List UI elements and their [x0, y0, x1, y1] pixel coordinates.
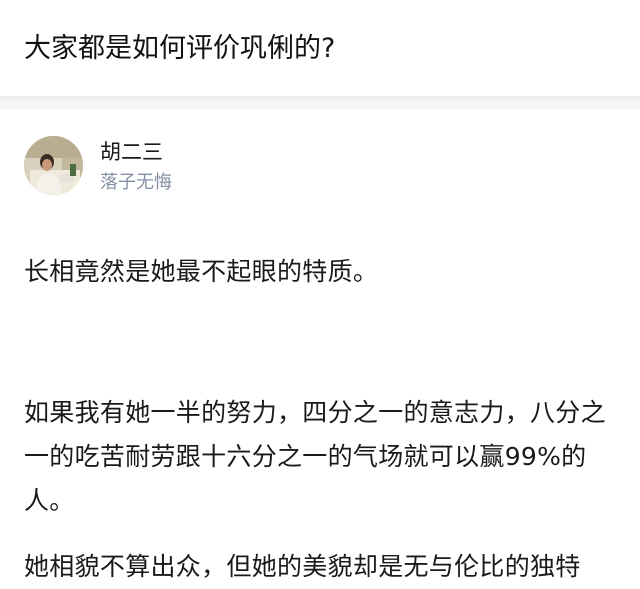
header-divider [0, 96, 640, 110]
answer-paragraph: 她相貌不算出众，但她的美貌却是无与伦比的独特 [24, 552, 581, 581]
answer-paragraph: 如果我有她一半的努力，四分之一的意志力，八分之一的吃苦耐劳跟十六分之一的气场就可… [24, 398, 606, 515]
author-name[interactable]: 胡二三 [100, 138, 163, 166]
question-title[interactable]: 大家都是如何评价巩俐的? [24, 31, 335, 67]
question-header: 大家都是如何评价巩俐的? [0, 0, 640, 96]
author-bio: 落子无悔 [100, 172, 172, 193]
answer-paragraph: 长相竟然是她最不起眼的特质。 [24, 257, 379, 286]
author-avatar[interactable] [24, 136, 83, 195]
avatar-photo [24, 136, 83, 195]
